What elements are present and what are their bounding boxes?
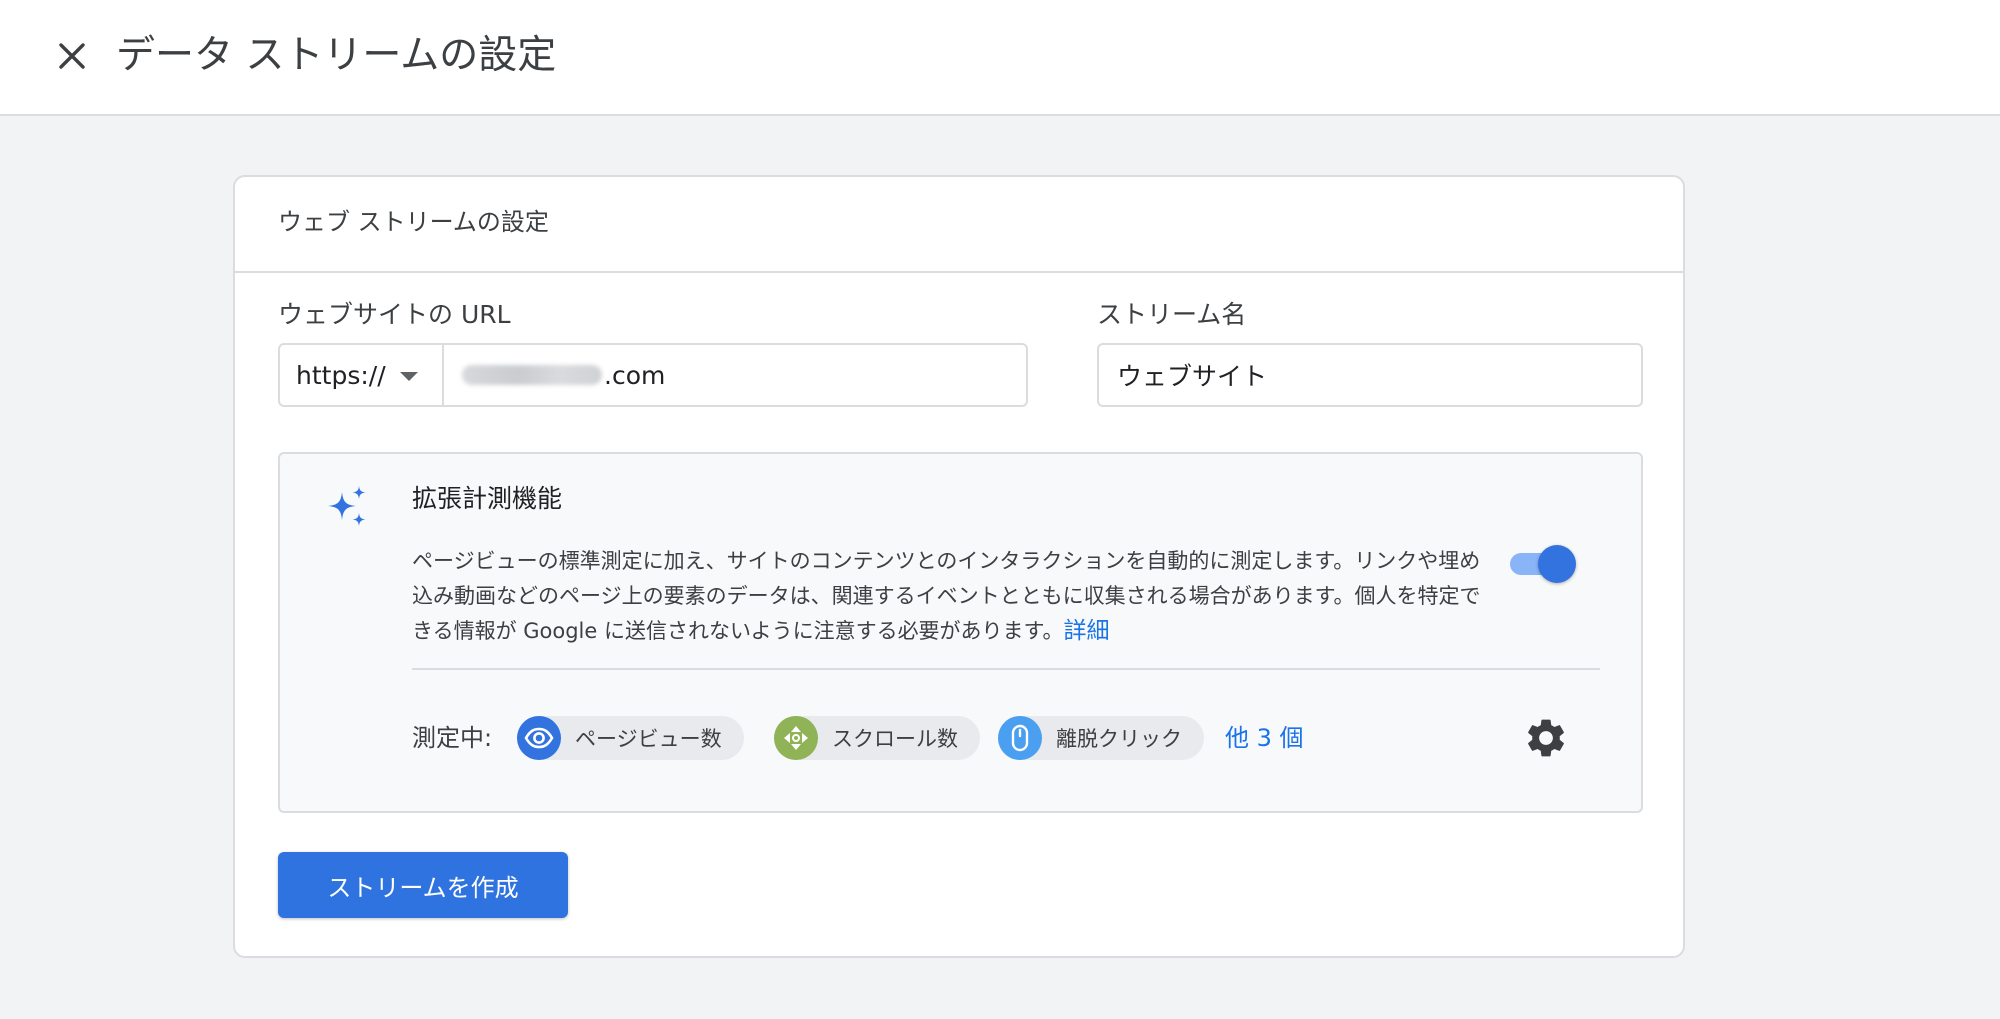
learn-more-link[interactable]: 詳細 [1063, 618, 1109, 644]
chip-outbound-clicks: 離脱クリック [998, 716, 1204, 760]
enhanced-measurement-toggle[interactable] [1508, 545, 1576, 585]
page-title: データ ストリームの設定 [116, 33, 557, 78]
web-stream-settings-card: ウェブ ストリームの設定 ウェブサイトの URL https:// .com ス… [233, 175, 1685, 958]
enhanced-measurement-title: 拡張計測機能 [412, 484, 563, 513]
divider [412, 668, 1600, 670]
stream-name-label: ストリーム名 [1097, 300, 1247, 329]
enhanced-measurement-panel: 拡張計測機能 ページビューの標準測定に加え、サイトのコンテンツとのインタラクショ… [278, 452, 1643, 813]
stream-name-value: ウェブサイト [1117, 362, 1268, 391]
url-suffix: .com [604, 360, 666, 390]
stream-name-input[interactable]: ウェブサイト [1097, 343, 1643, 407]
close-icon [59, 43, 85, 69]
protocol-value: https:// [296, 360, 386, 390]
description-text: ページビューの標準測定に加え、サイトのコンテンツとのインタラクションを自動的に測… [412, 549, 1481, 643]
more-events-link[interactable]: 他 3 個 [1225, 718, 1304, 758]
chip-label: 離脱クリック [1056, 727, 1182, 751]
chevron-down-icon [400, 372, 418, 381]
chip-label: スクロール数 [832, 727, 958, 751]
website-url-input[interactable]: .com [444, 345, 1026, 405]
card-title: ウェブ ストリームの設定 [278, 208, 549, 236]
sparkle-icon [328, 486, 366, 526]
toggle-thumb [1538, 545, 1576, 583]
eye-icon [517, 716, 561, 760]
measuring-label: 測定中: [412, 724, 493, 752]
enhanced-measurement-description: ページビューの標準測定に加え、サイトのコンテンツとのインタラクションを自動的に測… [412, 544, 1492, 649]
close-button[interactable] [50, 34, 94, 78]
top-bar: データ ストリームの設定 [0, 0, 2000, 116]
protocol-select[interactable]: https:// [280, 345, 444, 405]
create-stream-button[interactable]: ストリームを作成 [278, 852, 568, 918]
website-url-field: https:// .com [278, 343, 1028, 407]
redacted-domain [462, 365, 602, 385]
mouse-icon [998, 716, 1042, 760]
website-url-label: ウェブサイトの URL [278, 300, 511, 329]
gear-icon[interactable] [1523, 715, 1569, 761]
card-header: ウェブ ストリームの設定 [235, 177, 1683, 273]
chip-label: ページビュー数 [575, 727, 722, 751]
chip-page-views: ページビュー数 [517, 716, 744, 760]
scroll-arrows-icon [774, 716, 818, 760]
chip-scrolls: スクロール数 [774, 716, 980, 760]
